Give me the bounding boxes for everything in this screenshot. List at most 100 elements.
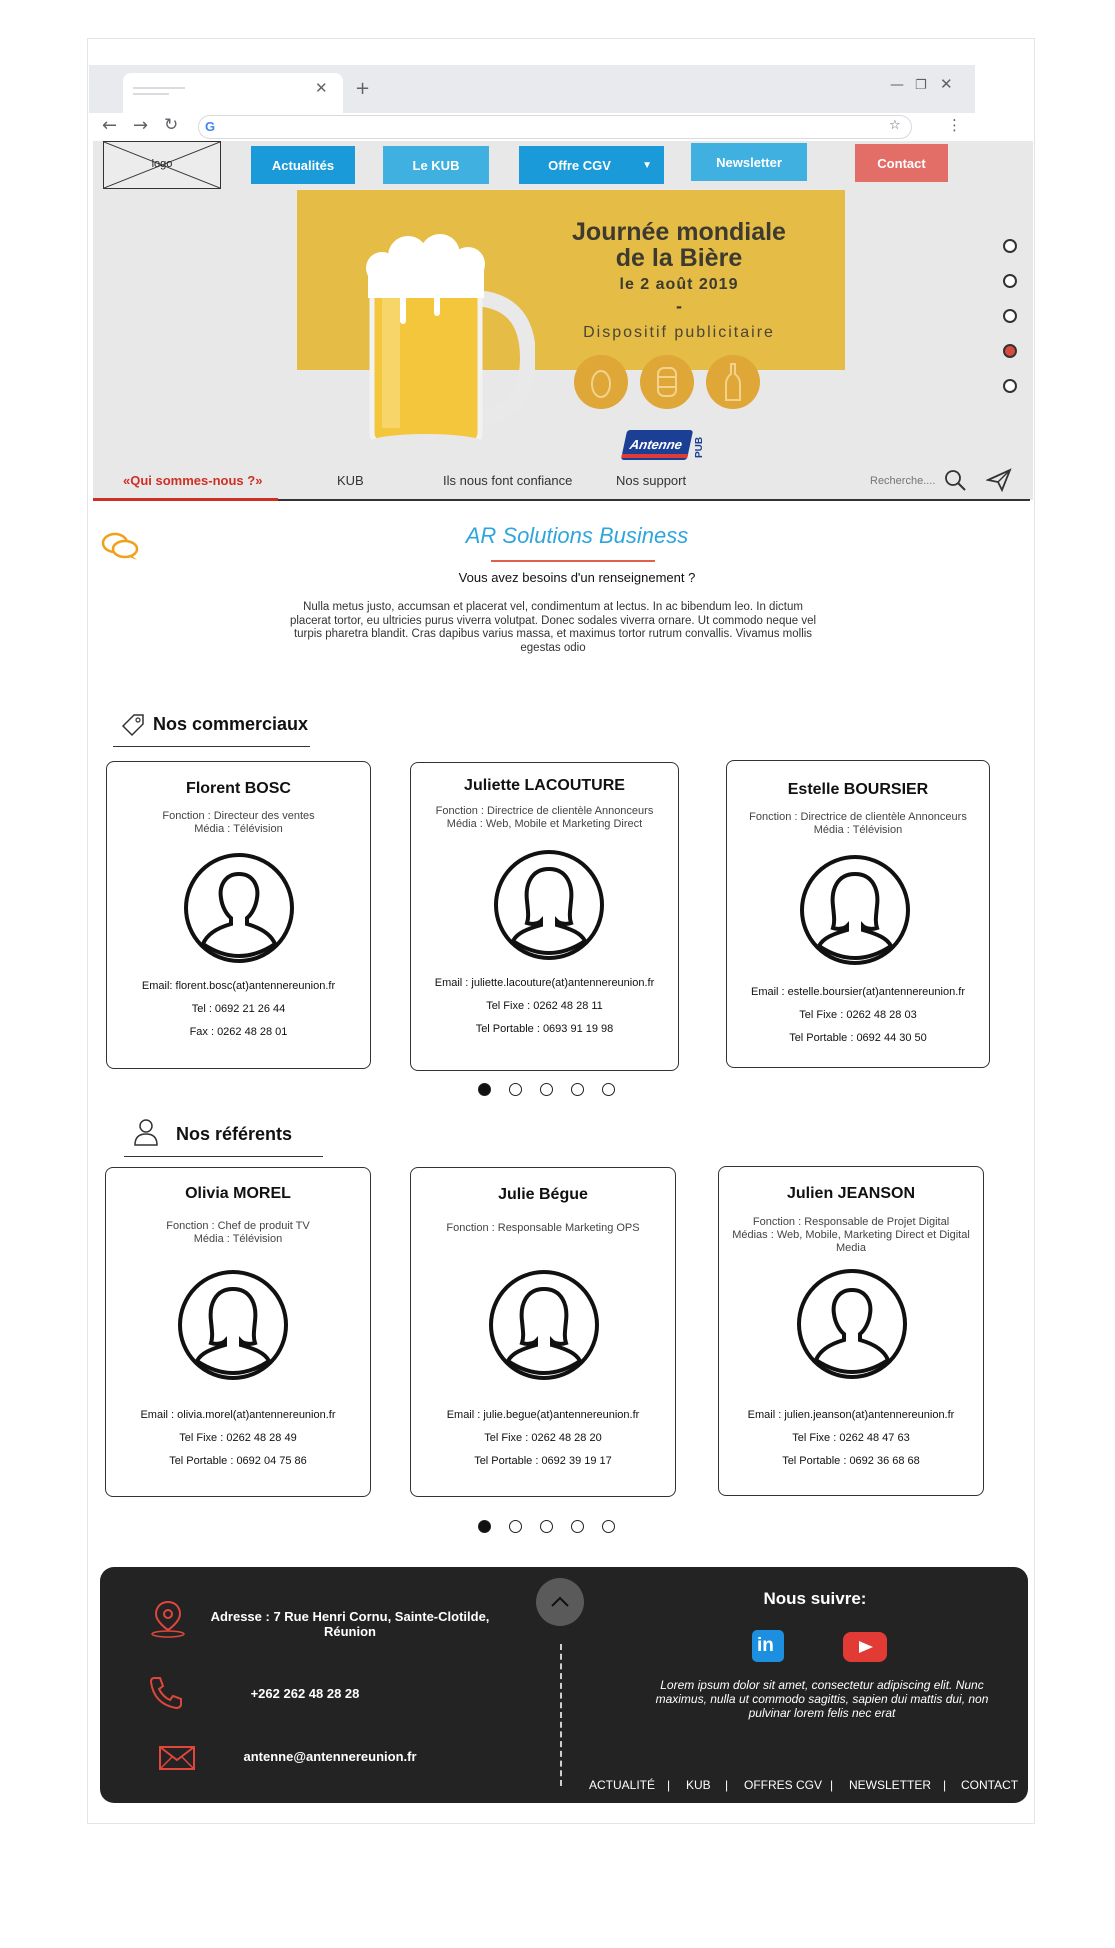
card-role: Fonction : Directeur des ventes — [162, 810, 315, 822]
footer-link-offres-cgv[interactable]: OFFRES CGV — [744, 1778, 822, 1792]
commercial-card-1[interactable]: Florent BOSC Fonction : Directeur des ve… — [106, 761, 371, 1069]
minimize-icon[interactable]: — — [890, 78, 904, 92]
banner-dash: - — [676, 296, 682, 316]
tab-close-icon[interactable]: ✕ — [315, 81, 328, 96]
slide-dot-1[interactable] — [1003, 239, 1017, 253]
phone-icon[interactable] — [146, 1672, 186, 1712]
brand-pub-tag: PUB — [694, 436, 705, 458]
commercial-card-3[interactable]: Estelle BOURSIER Fonction : Directrice d… — [726, 760, 990, 1068]
subnav-kub[interactable]: KUB — [337, 473, 364, 488]
card-phone: Tel Fixe : 0262 48 28 49 — [179, 1432, 297, 1444]
card-email[interactable]: Email : julien.jeanson(at)antennereunion… — [719, 1409, 983, 1421]
brand-stripe — [621, 454, 689, 458]
subnav-confiance[interactable]: Ils nous font confiance — [443, 473, 572, 488]
referents-pager-dot-5[interactable] — [602, 1520, 615, 1533]
slide-dot-4[interactable] — [1003, 344, 1017, 358]
follow-title: Nous suivre: — [763, 1589, 867, 1608]
card-phone: Tel Fixe : 0262 48 28 11 — [486, 1000, 603, 1012]
browser-tab[interactable]: ✕ — [123, 73, 343, 113]
footer-divider — [560, 1644, 562, 1786]
address-bar[interactable]: G ☆ — [198, 115, 912, 139]
site-logo[interactable]: logo — [103, 141, 221, 189]
forward-icon[interactable]: → — [133, 117, 148, 135]
referents-pager-dot-3[interactable] — [540, 1520, 553, 1533]
footer-link-kub[interactable]: KUB — [686, 1778, 711, 1792]
male-avatar-icon — [184, 853, 294, 963]
reload-icon[interactable]: ↻ — [164, 117, 178, 134]
brand-name: Antenne — [628, 437, 684, 452]
nav-actualites-button[interactable]: Actualités — [251, 146, 355, 184]
footer-separator: | — [943, 1778, 947, 1792]
footer-link-newsletter[interactable]: NEWSLETTER — [849, 1778, 931, 1792]
card-role: Fonction : Responsable de Projet Digital — [752, 1216, 950, 1228]
footer-link-actualite[interactable]: ACTUALITÉ — [589, 1778, 655, 1792]
card-email[interactable]: Email : estelle.boursier(at)antennereuni… — [727, 986, 989, 998]
slide-dot-2[interactable] — [1003, 274, 1017, 288]
envelope-icon[interactable] — [158, 1745, 196, 1771]
nav-contact-button[interactable]: Contact — [855, 144, 948, 182]
card-email[interactable]: Email : olivia.morel(at)antennereunion.f… — [106, 1409, 370, 1421]
subnav-qui-sommes-nous[interactable]: «Qui sommes-nous ?» — [123, 473, 262, 488]
follow-text: Lorem ipsum dolor sit amet, consectetur … — [655, 1678, 989, 1720]
slide-dot-5[interactable] — [1003, 379, 1017, 393]
menu-kebab-icon[interactable]: ⋮ — [947, 118, 962, 133]
nav-newsletter-button[interactable]: Newsletter — [691, 143, 807, 181]
intro-title-underline — [491, 560, 655, 562]
card-phone: Tel Fixe : 0262 48 28 03 — [799, 1009, 917, 1021]
card-phone-2: Fax : 0262 48 28 01 — [189, 1026, 288, 1038]
linkedin-glyph: in — [757, 1635, 774, 1656]
card-phone-2: Tel Portable : 0692 44 30 50 — [789, 1032, 927, 1044]
referents-pager-dot-4[interactable] — [571, 1520, 584, 1533]
card-name: Juliette LACOUTURE — [464, 777, 625, 794]
search-icon[interactable] — [944, 469, 966, 491]
chevron-up-icon — [551, 1596, 569, 1607]
commerciaux-pager-dot-3[interactable] — [540, 1083, 553, 1096]
footer-link-contact[interactable]: CONTACT — [961, 1778, 1018, 1792]
female-avatar-icon — [489, 1270, 599, 1380]
back-icon[interactable]: ← — [102, 117, 117, 135]
referent-card-1[interactable]: Olivia MOREL Fonction : Chef de produit … — [105, 1167, 371, 1497]
slide-dot-3[interactable] — [1003, 309, 1017, 323]
restore-icon[interactable]: ❐ — [915, 79, 927, 92]
card-phone: Tel : 0692 21 26 44 — [191, 1003, 286, 1015]
card-phone: Tel Fixe : 0262 48 28 20 — [484, 1432, 602, 1444]
chat-bubbles-icon — [101, 532, 139, 560]
commerciaux-pager-dot-2[interactable] — [509, 1083, 522, 1096]
card-media: Médias : Web, Mobile, Marketing Direct e… — [732, 1229, 970, 1254]
commercial-card-2[interactable]: Juliette LACOUTURE Fonction : Directrice… — [410, 762, 679, 1071]
offre-cgv-label: Offre CGV — [548, 157, 611, 173]
footer-email[interactable]: antenne@antennereunion.fr — [220, 1749, 440, 1764]
card-name: Florent BOSC — [186, 780, 291, 797]
card-media: Média : Télévision — [193, 1233, 283, 1245]
footer-address: Adresse : 7 Rue Henri Cornu, Sainte-Clot… — [210, 1609, 490, 1639]
card-role: Fonction : Responsable Marketing OPS — [446, 1222, 640, 1234]
card-email[interactable]: Email : juliette.lacouture(at)antennereu… — [411, 977, 678, 989]
footer-phone[interactable]: +262 262 48 28 28 — [220, 1686, 390, 1701]
referents-pager-dot-2[interactable] — [509, 1520, 522, 1533]
send-icon[interactable] — [986, 468, 1012, 492]
linkedin-icon[interactable]: in — [752, 1630, 784, 1662]
nav-offre-cgv-dropdown[interactable]: Offre CGV ▼ — [519, 146, 664, 184]
scroll-top-button[interactable] — [536, 1578, 584, 1626]
card-email[interactable]: Email : julie.begue(at)antennereunion.fr — [411, 1409, 675, 1421]
star-icon[interactable]: ☆ — [889, 119, 901, 132]
referent-card-3[interactable]: Julien JEANSON Fonction : Responsable de… — [718, 1166, 984, 1496]
person-badge-icon — [134, 1119, 158, 1146]
section-title-commerciaux: Nos commerciaux — [153, 714, 309, 734]
referents-pager-dot-1[interactable] — [478, 1520, 491, 1533]
window-close-icon[interactable]: ✕ — [940, 77, 953, 92]
card-email[interactable]: Email: florent.bosc(at)antennereunion.fr — [107, 980, 370, 992]
tab-title-placeholder — [133, 93, 169, 95]
commerciaux-pager-dot-1[interactable] — [478, 1083, 491, 1096]
new-tab-icon[interactable]: + — [355, 80, 370, 98]
play-icon — [859, 1641, 873, 1653]
youtube-icon[interactable] — [843, 1632, 887, 1662]
section-title-referents: Nos référents — [176, 1124, 293, 1144]
nav-kub-button[interactable]: Le KUB — [383, 146, 489, 184]
search-input[interactable] — [868, 470, 940, 492]
subnav-supports[interactable]: Nos support — [616, 473, 686, 488]
referent-card-2[interactable]: Julie Bégue Fonction : Responsable Marke… — [410, 1167, 676, 1497]
male-avatar-icon — [797, 1269, 907, 1379]
commerciaux-pager-dot-4[interactable] — [571, 1083, 584, 1096]
commerciaux-pager-dot-5[interactable] — [602, 1083, 615, 1096]
